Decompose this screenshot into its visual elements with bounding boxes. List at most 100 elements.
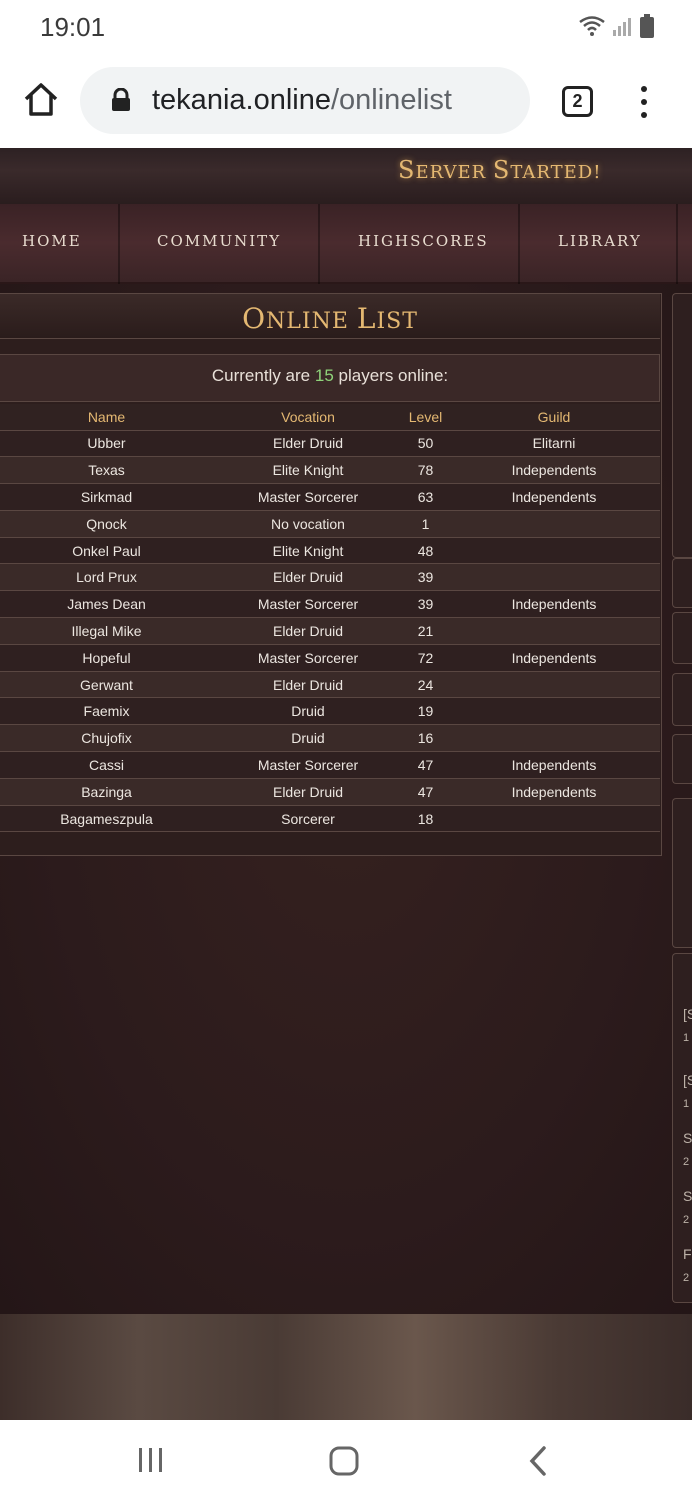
player-name-cell[interactable]: Illegal Mike [0, 617, 213, 645]
vocation-cell: Master Sorcerer [213, 483, 403, 511]
banner-part-2: TARTED! [510, 162, 602, 183]
table-row: Chujofix Druid 16 [0, 724, 660, 753]
online-count-box: Currently are 15 players online: [0, 354, 660, 402]
table-header-row: Name Vocation Level Guild [0, 404, 660, 431]
guild-cell [448, 617, 660, 645]
home-nav-icon[interactable] [328, 1445, 360, 1477]
nav-divider [118, 204, 120, 284]
more-menu-icon[interactable] [633, 84, 655, 120]
vocation-cell: Elite Knight [213, 456, 403, 485]
header-name[interactable]: Name [0, 404, 213, 431]
nav-community[interactable]: COMMUNITY [157, 232, 281, 250]
back-icon[interactable] [527, 1445, 549, 1477]
guild-cell[interactable]: Independents [448, 456, 660, 485]
player-name-cell[interactable]: Cassi [0, 751, 213, 779]
sidebar-snippet: 2 [683, 1156, 690, 1168]
url-path: /onlinelist [330, 84, 452, 116]
online-list-panel: ONLINE LIST Currently are 15 players onl… [0, 293, 662, 856]
guild-cell [448, 510, 660, 538]
player-name-cell[interactable]: Chujofix [0, 724, 213, 753]
guild-cell [448, 724, 660, 753]
level-cell: 19 [403, 697, 448, 726]
recent-apps-icon[interactable] [136, 1446, 166, 1474]
sidebar-snippet: S [683, 1130, 692, 1146]
sidebar-snippet: [S [683, 1072, 692, 1088]
right-sidebar: [S 1 [S 1 S 2 S 2 F 2 [672, 293, 692, 1303]
player-name-cell[interactable]: Gerwant [0, 671, 213, 699]
vocation-cell: No vocation [213, 510, 403, 538]
vocation-cell: Sorcerer [213, 805, 403, 833]
sidebar-snippet: F [683, 1246, 692, 1262]
header-guild[interactable]: Guild [448, 404, 660, 431]
url-domain: tekania.online [152, 84, 331, 116]
signal-icon [613, 18, 631, 36]
player-name-cell[interactable]: Hopeful [0, 644, 213, 672]
player-name-cell[interactable]: Bagameszpula [0, 805, 213, 833]
guild-cell[interactable]: Elitarni [448, 430, 660, 458]
sidebar-block[interactable] [672, 558, 692, 608]
status-bar: 19:01 [0, 0, 692, 56]
table-row: Texas Elite Knight 78 Independents [0, 456, 660, 485]
sidebar-block[interactable] [672, 673, 692, 726]
level-cell: 18 [403, 805, 448, 833]
table-row: Gerwant Elder Druid 24 [0, 671, 660, 699]
sidebar-block[interactable] [672, 612, 692, 664]
player-name-cell[interactable]: Onkel Paul [0, 537, 213, 565]
sidebar-snippet: 2 [683, 1214, 690, 1226]
table-row: Qnock No vocation 1 [0, 510, 660, 538]
player-name-cell[interactable]: Qnock [0, 510, 213, 538]
player-name-cell[interactable]: Sirkmad [0, 483, 213, 511]
lock-icon [112, 88, 130, 111]
vocation-cell: Elder Druid [213, 778, 403, 806]
battery-icon [640, 14, 654, 38]
title-cap-2: L [356, 302, 377, 335]
players-table: Name Vocation Level Guild Ubber Elder Dru… [0, 404, 660, 833]
sidebar-snippet: 1 [683, 1032, 690, 1044]
header-level[interactable]: Level [403, 404, 448, 431]
table-row: Onkel Paul Elite Knight 48 [0, 537, 660, 565]
site-header: SERVER STARTED! [0, 148, 692, 204]
home-icon[interactable] [20, 78, 62, 120]
browser-toolbar: tekania.online/onlinelist 2 [0, 56, 692, 148]
nav-divider [676, 204, 678, 284]
panel-title-text: ONLINE LIST [0, 302, 660, 335]
sidebar-snippet: [S [683, 1006, 692, 1022]
player-name-cell[interactable]: Bazinga [0, 778, 213, 806]
guild-cell[interactable]: Independents [448, 590, 660, 619]
sidebar-news-block: [S 1 [S 1 S 2 S 2 F 2 [672, 953, 692, 1303]
table-row: Sirkmad Master Sorcerer 63 Independents [0, 483, 660, 511]
panel-title: ONLINE LIST [0, 294, 660, 339]
guild-cell[interactable]: Independents [448, 644, 660, 672]
header-vocation[interactable]: Vocation [213, 404, 403, 431]
vocation-cell: Master Sorcerer [213, 751, 403, 779]
guild-cell [448, 697, 660, 726]
player-name-cell[interactable]: Ubber [0, 430, 213, 458]
table-row: Cassi Master Sorcerer 47 Independents [0, 751, 660, 779]
table-row: Bagameszpula Sorcerer 18 [0, 805, 660, 833]
vocation-cell: Elder Druid [213, 563, 403, 592]
table-row: Hopeful Master Sorcerer 72 Independents [0, 644, 660, 672]
guild-cell[interactable]: Independents [448, 751, 660, 779]
vocation-cell: Master Sorcerer [213, 590, 403, 619]
level-cell: 1 [403, 510, 448, 538]
nav-highscores[interactable]: HIGHSCORES [358, 232, 489, 250]
guild-cell [448, 537, 660, 565]
level-cell: 47 [403, 778, 448, 806]
level-cell: 63 [403, 483, 448, 511]
banner-cap-2: S [492, 156, 511, 184]
player-name-cell[interactable]: Texas [0, 456, 213, 485]
guild-cell[interactable]: Independents [448, 483, 660, 511]
server-status-banner: SERVER STARTED! [398, 156, 601, 184]
title-part-1: NLINE [266, 309, 357, 334]
player-name-cell[interactable]: Faemix [0, 697, 213, 726]
player-name-cell[interactable]: James Dean [0, 590, 213, 619]
guild-cell [448, 805, 660, 833]
address-bar[interactable]: tekania.online/onlinelist [80, 67, 530, 134]
tab-switcher-button[interactable]: 2 [562, 86, 593, 117]
sidebar-block[interactable] [672, 734, 692, 784]
nav-library[interactable]: LIBRARY [558, 232, 642, 250]
level-cell: 39 [403, 590, 448, 619]
nav-home[interactable]: HOME [22, 232, 82, 250]
player-name-cell[interactable]: Lord Prux [0, 563, 213, 592]
guild-cell[interactable]: Independents [448, 778, 660, 806]
